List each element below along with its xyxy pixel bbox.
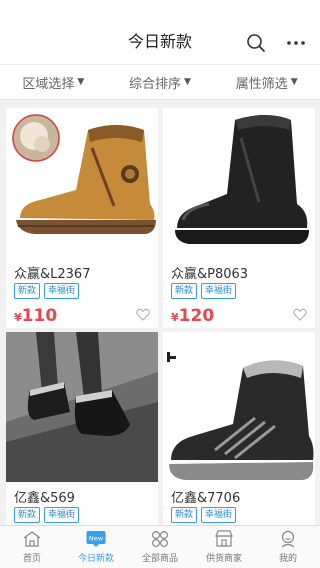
product-image [6,108,158,258]
home-icon [23,531,41,547]
product-image [163,108,315,258]
tab-label: 我的 [278,554,297,564]
filter-label: 区域选择 [22,76,75,92]
filter-region[interactable]: 区域选择 ▼ [0,65,107,99]
product-tags: 新款 幸福街 [14,507,80,523]
caret-down-icon: ▼ [184,77,191,87]
product-tags: 新款 幸福街 [171,283,237,299]
tag-new: 新款 [171,507,198,523]
tag-street: 幸福街 [201,283,237,299]
product-price: ¥120 [171,306,214,326]
filter-bar: 区域选择 ▼ 综合排序 ▼ 属性筛选 ▼ [0,64,320,100]
store-icon [215,530,233,547]
tag-street: 幸福街 [44,507,80,523]
filter-attributes[interactable]: 属性筛选 ▼ [213,65,320,99]
product-name: 众赢&L2367 [14,267,91,282]
product-image [6,332,158,482]
price-value: 120 [178,306,215,326]
filter-label: 综合排序 [129,76,182,92]
product-price: ¥110 [14,306,57,326]
currency-symbol: ¥ [14,311,22,324]
search-icon[interactable] [246,33,266,53]
product-name: 亿鑫&7706 [171,491,241,506]
product-tags: 新款 幸福街 [171,507,237,523]
page-title: 今日新款 [127,32,192,51]
tag-new: 新款 [171,283,198,299]
tab-label: 全部商品 [141,554,178,564]
more-icon[interactable] [286,37,306,49]
tab-label: 供货商家 [205,554,242,564]
product-tags: 新款 幸福街 [14,283,80,299]
new-badge-icon: New [86,531,106,547]
filter-label: 属性筛选 [235,76,288,92]
user-icon [281,530,295,548]
product-card[interactable]: 众赢&L2367 新款 幸福街 ¥110 [6,108,158,328]
tab-label: 今日新款 [77,554,114,564]
filter-sort[interactable]: 综合排序 ▼ [107,65,214,99]
tab-home[interactable]: 首页 [0,526,64,568]
product-card[interactable]: 亿鑫&7706 新款 幸福街 [163,332,315,525]
grid-icon [151,530,169,548]
tab-label: 首页 [22,554,41,564]
currency-symbol: ¥ [171,311,179,324]
new-badge-text: New [89,535,104,543]
product-grid: 众赢&L2367 新款 幸福街 ¥110 众赢&P8063 新款 幸福街 ¥12… [0,100,320,525]
product-card[interactable]: 众赢&P8063 新款 幸福街 ¥120 [163,108,315,328]
tag-new: 新款 [14,507,41,523]
tab-new-arrivals[interactable]: New 今日新款 [64,526,128,568]
tab-profile[interactable]: 我的 [256,526,320,568]
caret-down-icon: ▼ [77,77,85,87]
product-name: 亿鑫&569 [14,491,75,506]
tab-suppliers[interactable]: 供货商家 [192,526,256,568]
app-header: 今日新款 [0,0,320,64]
tag-new: 新款 [14,283,41,299]
product-name: 众赢&P8063 [171,267,249,282]
caret-down-icon: ▼ [290,77,298,87]
tag-street: 幸福街 [44,283,80,299]
tag-street: 幸福街 [201,507,237,523]
bottom-tab-bar: 首页 New 今日新款 全部商品 供货商家 我的 [0,525,320,568]
heart-icon[interactable] [136,308,150,321]
tab-all-products[interactable]: 全部商品 [128,526,192,568]
product-image [163,332,315,482]
price-value: 110 [21,306,58,326]
product-card[interactable]: 亿鑫&569 新款 幸福街 [6,332,158,525]
heart-icon[interactable] [293,308,307,321]
